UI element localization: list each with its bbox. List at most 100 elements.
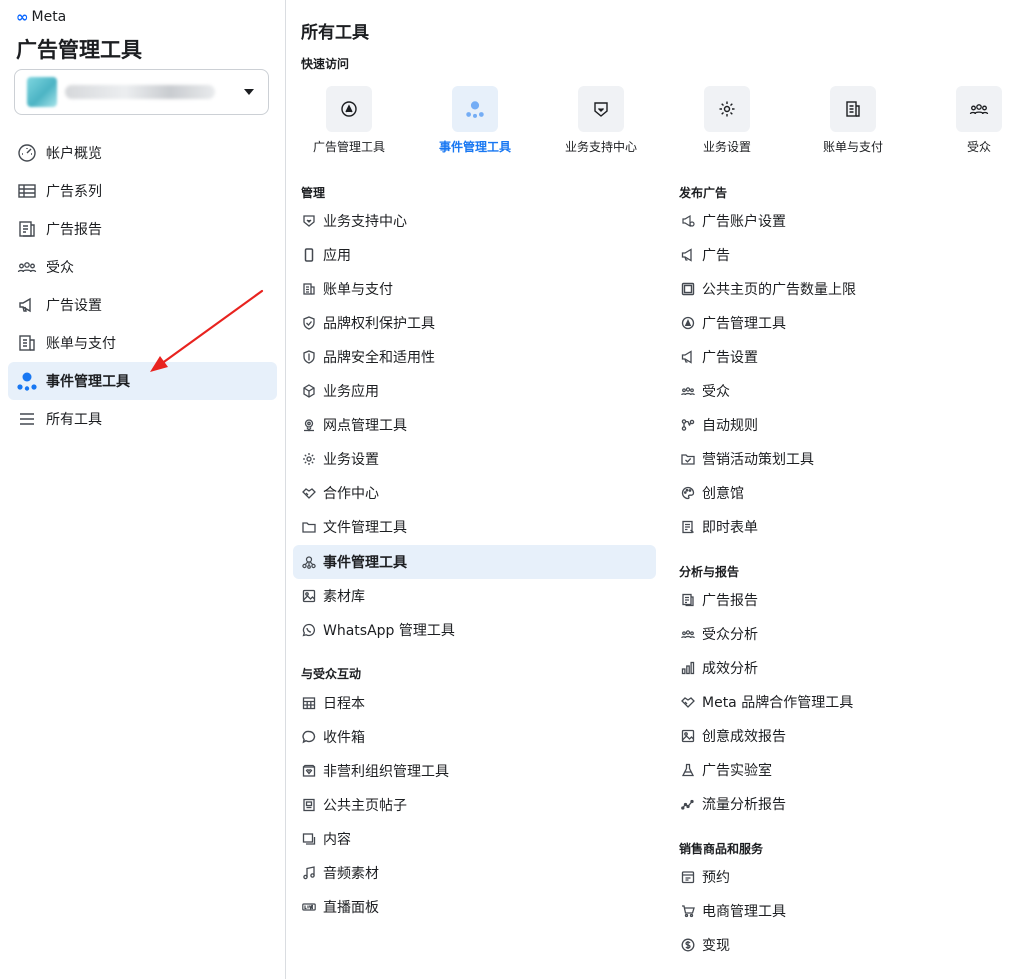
shield-icon xyxy=(301,349,317,365)
tool-apps[interactable]: 应用 xyxy=(293,239,656,271)
tool-media-library[interactable]: 素材库 xyxy=(293,580,656,612)
app-title: 广告管理工具 xyxy=(16,38,142,62)
tool-page-posts[interactable]: 公共主页帖子 xyxy=(293,789,656,821)
tool-commerce-manager[interactable]: 电商管理工具 xyxy=(672,895,1002,927)
tool-ad-account-settings[interactable]: 广告账户设置 xyxy=(672,205,1002,237)
tool-label: 事件管理工具 xyxy=(323,555,407,571)
tool-business-support[interactable]: 业务支持中心 xyxy=(293,205,656,237)
meta-brand: ∞ Meta xyxy=(16,8,66,26)
tool-brand-safety[interactable]: 品牌安全和适用性 xyxy=(293,341,656,373)
sidebar-item-billing[interactable]: 账单与支付 xyxy=(8,324,277,362)
tool-business-settings[interactable]: 业务设置 xyxy=(293,443,656,475)
tool-creative-hub[interactable]: 创意馆 xyxy=(672,477,1002,509)
shield-icon xyxy=(578,86,624,132)
tool-planner[interactable]: 日程本 xyxy=(293,687,656,719)
tool-partnership-center[interactable]: 合作中心 xyxy=(293,477,656,509)
tool-label: 内容 xyxy=(323,832,351,848)
sidebar-item-label: 广告系列 xyxy=(46,184,102,200)
tool-label: 非营利组织管理工具 xyxy=(323,764,449,780)
sidebar-item-campaigns[interactable]: 广告系列 xyxy=(8,172,277,210)
sidebar-item-label: 广告设置 xyxy=(46,298,102,314)
tool-appointments[interactable]: 预约 xyxy=(672,861,1002,893)
tool-label: 品牌权利保护工具 xyxy=(323,316,435,332)
tool-content[interactable]: 内容 xyxy=(293,823,656,855)
tool-label: 受众 xyxy=(702,384,730,400)
tool-instant-forms[interactable]: 即时表单 xyxy=(672,511,1002,543)
tool-campaign-planner[interactable]: 营销活动策划工具 xyxy=(672,443,1002,475)
report-icon xyxy=(680,592,696,608)
tool-label: 受众分析 xyxy=(702,627,758,643)
sidebar-item-ad-reports[interactable]: 广告报告 xyxy=(8,210,277,248)
sidebar-item-all-tools[interactable]: 所有工具 xyxy=(8,400,277,438)
tool-label: 素材库 xyxy=(323,589,365,605)
tool-ad-settings[interactable]: 广告设置 xyxy=(672,341,1002,373)
quick-access-label: 业务支持中心 xyxy=(564,140,637,154)
tool-traffic-analytics[interactable]: 流量分析报告 xyxy=(672,788,1002,820)
sidebar-item-label: 帐户概览 xyxy=(46,146,102,162)
tool-ads-manager[interactable]: 广告管理工具 xyxy=(672,307,1002,339)
tool-sound-collection[interactable]: 音频素材 xyxy=(293,857,656,889)
tool-label: 广告报告 xyxy=(702,593,758,609)
tool-label: 广告账户设置 xyxy=(702,214,786,230)
tool-label: 日程本 xyxy=(323,696,365,712)
tool-label: 业务支持中心 xyxy=(323,214,407,230)
sidebar-item-account-overview[interactable]: 帐户概览 xyxy=(8,134,277,172)
tool-label: 流量分析报告 xyxy=(702,797,786,813)
quick-access-audiences[interactable]: 受众 xyxy=(924,86,1024,155)
quick-access-billing[interactable]: 账单与支付 xyxy=(798,86,908,155)
tool-label: 广告设置 xyxy=(702,350,758,366)
sidebar-item-events-manager[interactable]: 事件管理工具 xyxy=(8,362,277,400)
account-selector[interactable] xyxy=(14,69,269,115)
sidebar-item-label: 账单与支付 xyxy=(46,336,116,352)
tool-brand-rights-protection[interactable]: 品牌权利保护工具 xyxy=(293,307,656,339)
quick-access-events-manager[interactable]: 事件管理工具 xyxy=(420,86,530,155)
quick-access-label: 受众 xyxy=(966,140,991,154)
tool-label: 业务设置 xyxy=(323,452,379,468)
tool-locations[interactable]: 网点管理工具 xyxy=(293,409,656,441)
bar-chart-icon xyxy=(680,660,696,676)
tool-live-dashboard[interactable]: 直播面板 xyxy=(293,891,656,923)
events-icon xyxy=(301,554,317,570)
tool-file-manager[interactable]: 文件管理工具 xyxy=(293,511,656,543)
tool-creative-reporting[interactable]: 创意成效报告 xyxy=(672,720,1002,752)
appointment-icon xyxy=(680,869,696,885)
report-icon xyxy=(16,218,38,240)
tool-ads-reporting[interactable]: 广告报告 xyxy=(672,584,1002,616)
tool-events-manager[interactable]: 事件管理工具 xyxy=(293,545,656,579)
sidebar-item-label: 广告报告 xyxy=(46,222,102,238)
quick-access-business-settings[interactable]: 业务设置 xyxy=(672,86,782,155)
tool-whatsapp-manager[interactable]: WhatsApp 管理工具 xyxy=(293,614,656,646)
sidebar-item-label: 受众 xyxy=(46,260,74,276)
sidebar-item-ad-settings[interactable]: 广告设置 xyxy=(8,286,277,324)
location-pin-icon xyxy=(301,417,317,433)
tool-label: 自动规则 xyxy=(702,418,758,434)
form-icon xyxy=(680,519,696,535)
menu-icon xyxy=(16,408,38,430)
quick-access-business-support[interactable]: 业务支持中心 xyxy=(546,86,656,155)
tool-nonprofit-manager[interactable]: 非营利组织管理工具 xyxy=(293,755,656,787)
tool-billing[interactable]: 账单与支付 xyxy=(293,273,656,305)
tool-automated-rules[interactable]: 自动规则 xyxy=(672,409,1002,441)
tool-label: 品牌安全和适用性 xyxy=(323,350,435,366)
tool-monetization[interactable]: 变现 xyxy=(672,929,1002,961)
tool-label: 文件管理工具 xyxy=(323,520,407,536)
trend-icon xyxy=(680,796,696,812)
tool-brand-collabs-manager[interactable]: Meta 品牌合作管理工具 xyxy=(672,686,1002,718)
sidebar-item-audiences[interactable]: 受众 xyxy=(8,248,277,286)
tool-label: 账单与支付 xyxy=(323,282,393,298)
megaphone-icon xyxy=(680,349,696,365)
tool-page-ad-limits[interactable]: 公共主页的广告数量上限 xyxy=(672,273,1002,305)
quick-access-ads-manager[interactable]: 广告管理工具 xyxy=(294,86,404,155)
tool-inbox[interactable]: 收件箱 xyxy=(293,721,656,753)
tool-audiences[interactable]: 受众 xyxy=(672,375,1002,407)
events-icon xyxy=(452,86,498,132)
tool-label: 变现 xyxy=(702,938,730,954)
tool-experiments[interactable]: 广告实验室 xyxy=(672,754,1002,786)
ads-manager-icon xyxy=(326,86,372,132)
tool-ads[interactable]: 广告 xyxy=(672,239,1002,271)
tool-business-apps[interactable]: 业务应用 xyxy=(293,375,656,407)
shield-icon xyxy=(301,213,317,229)
tool-label: 即时表单 xyxy=(702,520,758,536)
tool-audience-insights[interactable]: 受众分析 xyxy=(672,618,1002,650)
tool-performance-analytics[interactable]: 成效分析 xyxy=(672,652,1002,684)
